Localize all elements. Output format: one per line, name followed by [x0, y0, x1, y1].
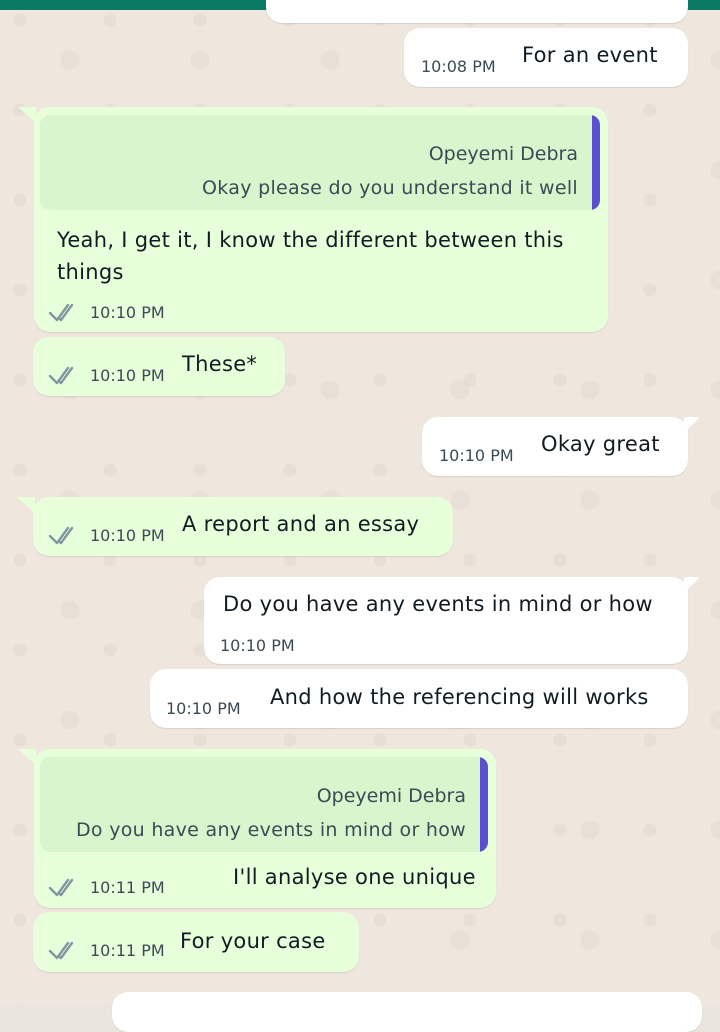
message-text: These*: [182, 352, 258, 376]
message-bubble-incoming[interactable]: Do you have any events in mind or how 10…: [204, 577, 700, 664]
message-time: 10:10 PM: [90, 366, 165, 385]
quote-accent-bar: [592, 115, 600, 210]
message-bubble-outgoing[interactable]: 10:11 PM For your case: [33, 912, 359, 972]
quoted-text: Okay please do you understand it well: [202, 177, 578, 199]
quoted-text: Do you have any events in mind or how: [76, 819, 466, 841]
message-bubble-incoming[interactable]: 10:10 PM Okay great: [422, 417, 700, 476]
message-text: I'll analyse one unique: [233, 865, 476, 889]
message-text: For your case: [180, 929, 326, 953]
message-bubble-incoming[interactable]: 10:08 PM For an event: [404, 28, 688, 87]
quoted-author: Opeyemi Debra: [428, 143, 578, 165]
message-text: A report and an essay: [182, 512, 420, 536]
partial-message-bubble-top[interactable]: [266, 0, 688, 23]
message-text: Yeah, I get it, I know the different bet…: [57, 228, 564, 284]
partial-message-bubble-bottom[interactable]: [112, 992, 702, 1032]
message-bubble-outgoing[interactable]: 10:10 PM These*: [33, 337, 285, 396]
message-bubble-outgoing[interactable]: Opeyemi Debra Okay please do you underst…: [18, 107, 608, 332]
message-text: Do you have any events in mind or how: [223, 592, 653, 616]
quoted-author: Opeyemi Debra: [316, 785, 466, 807]
quoted-message[interactable]: Opeyemi Debra Okay please do you underst…: [40, 115, 600, 210]
double-check-icon: [48, 303, 74, 322]
message-time: 10:11 PM: [90, 878, 165, 897]
message-time: 10:11 PM: [90, 941, 165, 960]
message-bubble-incoming[interactable]: 10:10 PM And how the referencing will wo…: [150, 669, 688, 728]
message-text: For an event: [522, 43, 658, 67]
message-time: 10:10 PM: [220, 636, 295, 655]
double-check-icon: [48, 526, 74, 545]
message-bubble-outgoing[interactable]: 10:10 PM A report and an essay: [17, 497, 453, 556]
double-check-icon: [48, 941, 74, 960]
message-time: 10:10 PM: [439, 446, 514, 465]
quoted-message[interactable]: Opeyemi Debra Do you have any events in …: [40, 757, 488, 852]
double-check-icon: [48, 878, 74, 897]
message-text: Okay great: [541, 432, 660, 456]
message-time: 10:10 PM: [90, 526, 165, 545]
message-bubble-outgoing[interactable]: Opeyemi Debra Do you have any events in …: [18, 749, 496, 908]
message-time: 10:08 PM: [421, 57, 496, 76]
quote-accent-bar: [480, 757, 488, 852]
message-time: 10:10 PM: [166, 699, 241, 718]
message-text: And how the referencing will works: [270, 685, 649, 709]
message-time: 10:10 PM: [90, 303, 165, 322]
double-check-icon: [48, 366, 74, 385]
